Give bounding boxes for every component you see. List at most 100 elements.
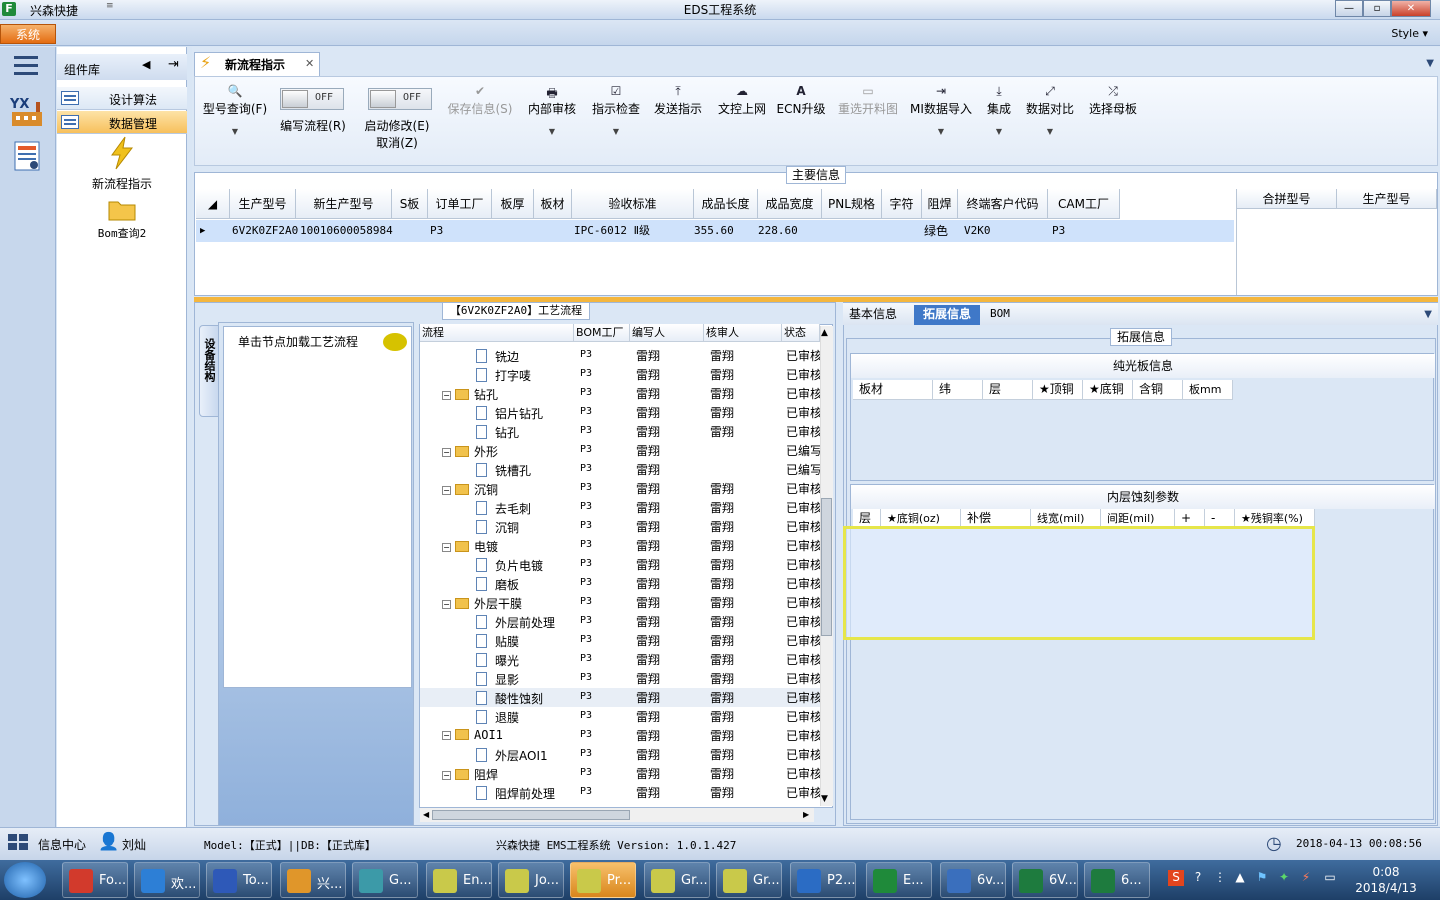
- ecn-upgrade-button[interactable]: A ECN升级: [776, 84, 826, 117]
- reselect-cutting-button[interactable]: ▭ 重选开料图: [834, 84, 902, 117]
- tab-extended-info[interactable]: 拓展信息: [914, 305, 980, 325]
- taskbar-item[interactable]: 6v...: [940, 862, 1006, 898]
- bom-query-shortcut[interactable]: Bom查询2: [82, 196, 162, 241]
- tree-item-row[interactable]: 打字唛 P3 雷翔 雷翔 已审核: [420, 365, 820, 384]
- column-header[interactable]: 层: [983, 380, 1033, 400]
- start-modify-toggle[interactable]: OFF: [368, 88, 432, 110]
- column-header[interactable]: PNL规格: [822, 189, 882, 219]
- tray-help-icon[interactable]: ?: [1190, 870, 1206, 886]
- tree-item-row[interactable]: 去毛刺 P3 雷翔 雷翔 已审核: [420, 498, 820, 517]
- tree-folder-row[interactable]: − AOI1 P3 雷翔 雷翔 已审核: [420, 726, 820, 745]
- taskbar-item[interactable]: Gr...: [716, 862, 782, 898]
- collapse-icon[interactable]: −: [442, 486, 451, 495]
- taskbar-item[interactable]: 兴...: [280, 862, 346, 898]
- tree-item-row[interactable]: 外层AOI1 P3 雷翔 雷翔 已审核: [420, 745, 820, 764]
- tray-display-icon[interactable]: ▭: [1322, 870, 1338, 886]
- tray-arrow-icon[interactable]: ▲: [1232, 870, 1248, 886]
- column-header[interactable]: 编写人: [630, 324, 704, 342]
- tab-bom[interactable]: BOM: [990, 305, 1010, 325]
- tray-antivirus-icon[interactable]: ⚡: [1298, 870, 1314, 886]
- collapse-icon[interactable]: −: [442, 771, 451, 780]
- new-process-shortcut[interactable]: 新流程指示: [82, 136, 162, 192]
- column-header[interactable]: 含铜: [1133, 380, 1183, 400]
- column-header[interactable]: 成品宽度: [758, 189, 822, 219]
- column-header[interactable]: 生产型号: [1337, 189, 1437, 209]
- column-header[interactable]: 流程: [420, 324, 574, 342]
- taskbar-item[interactable]: To...: [206, 862, 272, 898]
- tree-item-row[interactable]: 铣边 P3 雷翔 雷翔 已审核: [420, 346, 820, 365]
- nav-item-design-algorithm[interactable]: 设计算法: [57, 87, 187, 110]
- column-header[interactable]: 板材: [853, 380, 933, 400]
- taskbar-item[interactable]: G...: [352, 862, 418, 898]
- write-process-toggle[interactable]: OFF: [280, 88, 344, 110]
- instruction-check-button[interactable]: ☑ 指示检查 ▼: [588, 84, 644, 136]
- scroll-left-icon[interactable]: ◀: [423, 810, 429, 819]
- minimize-button[interactable]: —: [1335, 0, 1363, 17]
- column-header[interactable]: BOM工厂: [574, 324, 630, 342]
- windows-grid-icon[interactable]: [8, 834, 30, 855]
- collapse-left-icon[interactable]: ◀: [142, 58, 150, 71]
- column-header[interactable]: 终端客户代码: [958, 189, 1048, 219]
- column-header[interactable]: 板mm: [1183, 380, 1233, 400]
- column-header[interactable]: 阻焊: [922, 189, 958, 219]
- tray-network-icon[interactable]: ⋮: [1212, 870, 1228, 886]
- column-header[interactable]: ★顶铜: [1033, 380, 1083, 400]
- model-query-button[interactable]: 🔍 型号查询(F) ▼: [200, 84, 270, 136]
- send-instruction-button[interactable]: ⤒ 发送指示: [650, 84, 706, 117]
- column-header[interactable]: CAM工厂: [1048, 189, 1120, 219]
- column-header[interactable]: 核审人: [704, 324, 782, 342]
- tree-folder-row[interactable]: − 外层干膜 P3 雷翔 雷翔 已审核: [420, 593, 820, 612]
- tray-app-icon[interactable]: ✦: [1276, 870, 1292, 886]
- yx-factory-icon[interactable]: YX: [8, 94, 48, 128]
- taskbar-clock[interactable]: 0:08 2018/4/13: [1346, 864, 1426, 896]
- mi-import-button[interactable]: ⇥ MI数据导入 ▼: [908, 84, 974, 136]
- data-compare-button[interactable]: ⤢ 数据对比 ▼: [1022, 84, 1078, 136]
- scrollbar-thumb[interactable]: [821, 498, 832, 636]
- hamburger-menu-icon[interactable]: [14, 56, 38, 76]
- collapse-icon[interactable]: −: [442, 600, 451, 609]
- taskbar-item[interactable]: Pr...: [570, 862, 636, 898]
- pin-icon[interactable]: ⇥: [168, 57, 179, 72]
- chevron-down-icon[interactable]: ▼: [1426, 58, 1434, 69]
- scroll-up-icon[interactable]: ▲: [821, 328, 828, 338]
- scroll-right-icon[interactable]: ▶: [803, 810, 809, 819]
- cancel-label[interactable]: 取消(Z): [360, 134, 434, 151]
- taskbar-item[interactable]: E...: [866, 862, 932, 898]
- style-menu[interactable]: Style ▾: [1391, 27, 1428, 40]
- tree-folder-row[interactable]: − 钻孔 P3 雷翔 雷翔 已审核: [420, 384, 820, 403]
- tree-item-row[interactable]: 负片电镀 P3 雷翔 雷翔 已审核: [420, 555, 820, 574]
- taskbar-item[interactable]: Jo...: [498, 862, 564, 898]
- close-button[interactable]: ✕: [1391, 0, 1431, 17]
- tree-item-row[interactable]: 贴膜 P3 雷翔 雷翔 已审核: [420, 631, 820, 650]
- tree-item-row[interactable]: 钻孔 P3 雷翔 雷翔 已审核: [420, 422, 820, 441]
- chevron-down-icon[interactable]: ▼: [1424, 309, 1432, 320]
- tree-item-row[interactable]: 铝片钻孔 P3 雷翔 雷翔 已审核: [420, 403, 820, 422]
- tray-s-icon[interactable]: S: [1168, 870, 1184, 886]
- taskbar-item[interactable]: 6V...: [1012, 862, 1078, 898]
- tree-item-row[interactable]: 外层前处理 P3 雷翔 雷翔 已审核: [420, 612, 820, 631]
- close-tab-icon[interactable]: ✕: [305, 57, 314, 70]
- column-header[interactable]: 验收标准: [572, 189, 694, 219]
- tree-item-row[interactable]: 沉铜 P3 雷翔 雷翔 已审核: [420, 517, 820, 536]
- nav-item-data-management[interactable]: 数据管理: [57, 111, 187, 134]
- taskbar-item[interactable]: P2...: [790, 862, 856, 898]
- start-button[interactable]: [4, 862, 46, 898]
- tree-item-row[interactable]: 磨板 P3 雷翔 雷翔 已审核: [420, 574, 820, 593]
- tree-item-row[interactable]: 曝光 P3 雷翔 雷翔 已审核: [420, 650, 820, 669]
- report-icon[interactable]: [12, 140, 44, 172]
- column-header[interactable]: 成品长度: [694, 189, 758, 219]
- tree-folder-row[interactable]: − 电镀 P3 雷翔 雷翔 已审核: [420, 536, 820, 555]
- doc-control-online-button[interactable]: ☁ 文控上网: [714, 84, 770, 117]
- taskbar-item[interactable]: 欢...: [134, 862, 200, 898]
- column-header[interactable]: 新生产型号: [296, 189, 392, 219]
- tab-system[interactable]: 系统: [0, 24, 56, 44]
- internal-review-button[interactable]: 🖶 内部审核 ▼: [524, 84, 580, 136]
- column-header[interactable]: 字符: [882, 189, 922, 219]
- tree-folder-row[interactable]: − 阻焊 P3 雷翔 雷翔 已审核: [420, 764, 820, 783]
- tree-folder-row[interactable]: − 外形 P3 雷翔 已编写: [420, 441, 820, 460]
- tree-item-row[interactable]: 铣槽孔 P3 雷翔 已编写: [420, 460, 820, 479]
- select-motherboard-button[interactable]: ⤮ 选择母板: [1084, 84, 1142, 117]
- tab-basic-info[interactable]: 基本信息: [849, 305, 897, 325]
- tree-item-row[interactable]: 显影 P3 雷翔 雷翔 已审核: [420, 669, 820, 688]
- collapse-icon[interactable]: −: [442, 448, 451, 457]
